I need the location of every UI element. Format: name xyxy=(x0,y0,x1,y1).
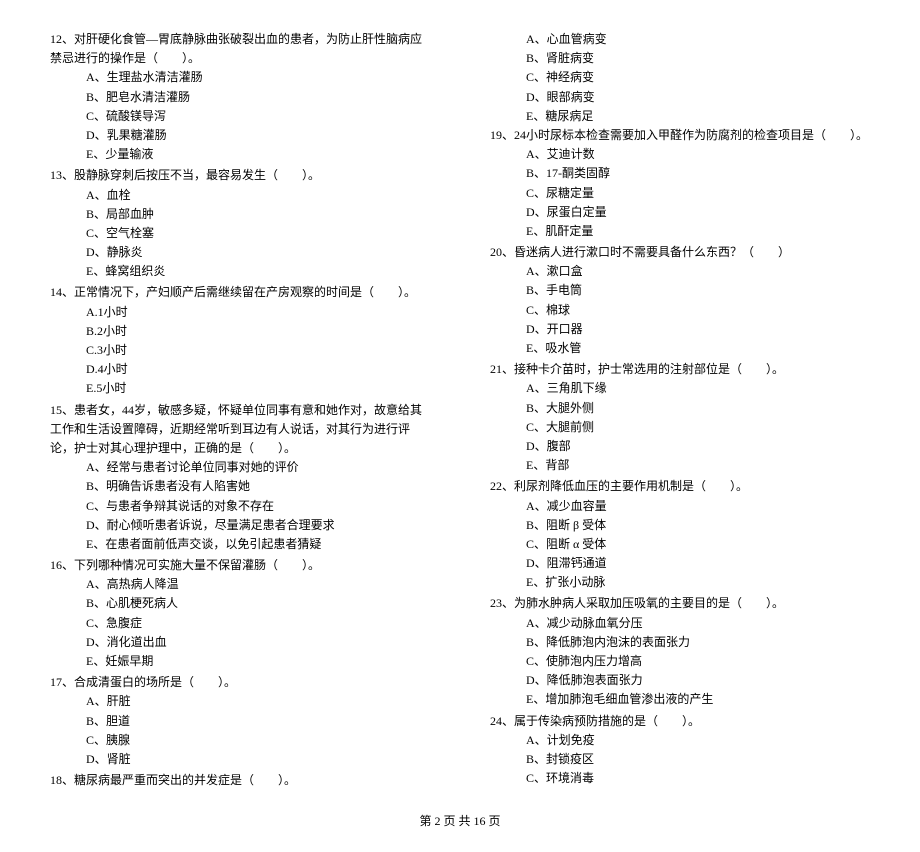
question-option: E、增加肺泡毛细血管渗出液的产生 xyxy=(490,690,870,709)
question-option: A、三角肌下缘 xyxy=(490,379,870,398)
question-stem: 17、合成清蛋白的场所是（ ）。 xyxy=(50,673,430,692)
question-option: B、局部血肿 xyxy=(50,205,430,224)
question-option: E.5小时 xyxy=(50,379,430,398)
question-option: C、神经病变 xyxy=(490,68,870,87)
question: 17、合成清蛋白的场所是（ ）。A、肝脏B、胆道C、胰腺D、肾脏 xyxy=(50,673,430,769)
question-option: E、糖尿病足 xyxy=(490,107,870,126)
question: 18、糖尿病最严重而突出的并发症是（ ）。 xyxy=(50,771,430,790)
question-option: D.4小时 xyxy=(50,360,430,379)
question-option: B、大腿外侧 xyxy=(490,399,870,418)
question-option: D、开口器 xyxy=(490,320,870,339)
question-option: D、阻滞钙通道 xyxy=(490,554,870,573)
question-option: B.2小时 xyxy=(50,322,430,341)
question-stem: 23、为肺水肿病人采取加压吸氧的主要目的是（ ）。 xyxy=(490,594,870,613)
question-option: B、17-酮类固醇 xyxy=(490,164,870,183)
question-option: D、眼部病变 xyxy=(490,88,870,107)
right-column: A、心血管病变B、肾脏病变C、神经病变D、眼部病变E、糖尿病足19、24小时尿标… xyxy=(490,30,870,792)
question-option: C、棉球 xyxy=(490,301,870,320)
question-option: E、吸水管 xyxy=(490,339,870,358)
question-option: C、空气栓塞 xyxy=(50,224,430,243)
question-option: B、胆道 xyxy=(50,712,430,731)
question: 12、对肝硬化食管—胃底静脉曲张破裂出血的患者，为防止肝性脑病应禁忌进行的操作是… xyxy=(50,30,430,164)
question-option: A、减少动脉血氧分压 xyxy=(490,614,870,633)
question-option: C、硫酸镁导泻 xyxy=(50,107,430,126)
question-stem: 18、糖尿病最严重而突出的并发症是（ ）。 xyxy=(50,771,430,790)
question-option: A、计划免疫 xyxy=(490,731,870,750)
question-option: A、肝脏 xyxy=(50,692,430,711)
question-option: B、降低肺泡内泡沫的表面张力 xyxy=(490,633,870,652)
question-option: E、妊娠早期 xyxy=(50,652,430,671)
question: 19、24小时尿标本检查需要加入甲醛作为防腐剂的检查项目是（ ）。A、艾迪计数B… xyxy=(490,126,870,241)
question-option: A、经常与患者讨论单位同事对她的评价 xyxy=(50,458,430,477)
question-stem: 22、利尿剂降低血压的主要作用机制是（ ）。 xyxy=(490,477,870,496)
question-option: C、急腹症 xyxy=(50,614,430,633)
question-option: A、减少血容量 xyxy=(490,497,870,516)
question-option: B、封锁疫区 xyxy=(490,750,870,769)
question-option: C、尿糖定量 xyxy=(490,184,870,203)
question-option: C、与患者争辩其说话的对象不存在 xyxy=(50,497,430,516)
question-stem: 24、属于传染病预防措施的是（ ）。 xyxy=(490,712,870,731)
question-option: E、肌酐定量 xyxy=(490,222,870,241)
question-stem: 15、患者女，44岁，敏感多疑，怀疑单位同事有意和她作对，故意给其工作和生活设置… xyxy=(50,401,430,459)
question-stem: 16、下列哪种情况可实施大量不保留灌肠（ ）。 xyxy=(50,556,430,575)
question-option: B、心肌梗死病人 xyxy=(50,594,430,613)
question: 14、正常情况下，产妇顺产后需继续留在产房观察的时间是（ ）。A.1小时B.2小… xyxy=(50,283,430,398)
question-option: D、降低肺泡表面张力 xyxy=(490,671,870,690)
question-option: E、蜂窝组织炎 xyxy=(50,262,430,281)
question-option: B、阻断 β 受体 xyxy=(490,516,870,535)
left-column: 12、对肝硬化食管—胃底静脉曲张破裂出血的患者，为防止肝性脑病应禁忌进行的操作是… xyxy=(50,30,430,792)
question-stem: 12、对肝硬化食管—胃底静脉曲张破裂出血的患者，为防止肝性脑病应禁忌进行的操作是… xyxy=(50,30,430,68)
question-stem: 13、股静脉穿刺后按压不当，最容易发生（ ）。 xyxy=(50,166,430,185)
question-option: C.3小时 xyxy=(50,341,430,360)
question-option: C、胰腺 xyxy=(50,731,430,750)
question: 13、股静脉穿刺后按压不当，最容易发生（ ）。A、血栓B、局部血肿C、空气栓塞D… xyxy=(50,166,430,281)
question-option: C、环境消毒 xyxy=(490,769,870,788)
question-option: A、血栓 xyxy=(50,186,430,205)
question-option: C、使肺泡内压力增高 xyxy=(490,652,870,671)
question-option: E、扩张小动脉 xyxy=(490,573,870,592)
question: 15、患者女，44岁，敏感多疑，怀疑单位同事有意和她作对，故意给其工作和生活设置… xyxy=(50,401,430,555)
question-stem: 20、昏迷病人进行漱口时不需要具备什么东西？（ ） xyxy=(490,243,870,262)
question-option: A、漱口盒 xyxy=(490,262,870,281)
question: 24、属于传染病预防措施的是（ ）。A、计划免疫B、封锁疫区C、环境消毒 xyxy=(490,712,870,789)
question-stem: 21、接种卡介苗时，护士常选用的注射部位是（ ）。 xyxy=(490,360,870,379)
question-option: D、肾脏 xyxy=(50,750,430,769)
question-option: B、肥皂水清洁灌肠 xyxy=(50,88,430,107)
question-option: E、背部 xyxy=(490,456,870,475)
question-option: D、静脉炎 xyxy=(50,243,430,262)
question-option: A、高热病人降温 xyxy=(50,575,430,594)
question-option: B、明确告诉患者没有人陷害她 xyxy=(50,477,430,496)
question-option: C、阻断 α 受体 xyxy=(490,535,870,554)
question-option: A、心血管病变 xyxy=(490,30,870,49)
question-option: C、大腿前侧 xyxy=(490,418,870,437)
question-option: D、腹部 xyxy=(490,437,870,456)
question-stem: 14、正常情况下，产妇顺产后需继续留在产房观察的时间是（ ）。 xyxy=(50,283,430,302)
question: 22、利尿剂降低血压的主要作用机制是（ ）。A、减少血容量B、阻断 β 受体C、… xyxy=(490,477,870,592)
question-option: E、在患者面前低声交谈，以免引起患者猜疑 xyxy=(50,535,430,554)
question-option: E、少量输液 xyxy=(50,145,430,164)
question-option: A、生理盐水清洁灌肠 xyxy=(50,68,430,87)
question-option: A、艾迪计数 xyxy=(490,145,870,164)
page-footer: 第 2 页 共 16 页 xyxy=(50,812,870,831)
question-stem: 19、24小时尿标本检查需要加入甲醛作为防腐剂的检查项目是（ ）。 xyxy=(490,126,870,145)
question: 16、下列哪种情况可实施大量不保留灌肠（ ）。A、高热病人降温B、心肌梗死病人C… xyxy=(50,556,430,671)
question: 20、昏迷病人进行漱口时不需要具备什么东西？（ ）A、漱口盒B、手电筒C、棉球D… xyxy=(490,243,870,358)
question-option: D、尿蛋白定量 xyxy=(490,203,870,222)
question: 23、为肺水肿病人采取加压吸氧的主要目的是（ ）。A、减少动脉血氧分压B、降低肺… xyxy=(490,594,870,709)
question-option: D、耐心倾听患者诉说，尽量满足患者合理要求 xyxy=(50,516,430,535)
question-option: D、消化道出血 xyxy=(50,633,430,652)
question-option: B、肾脏病变 xyxy=(490,49,870,68)
question-option: A.1小时 xyxy=(50,303,430,322)
question: 21、接种卡介苗时，护士常选用的注射部位是（ ）。A、三角肌下缘B、大腿外侧C、… xyxy=(490,360,870,475)
question-option: D、乳果糖灌肠 xyxy=(50,126,430,145)
question-option: B、手电筒 xyxy=(490,281,870,300)
